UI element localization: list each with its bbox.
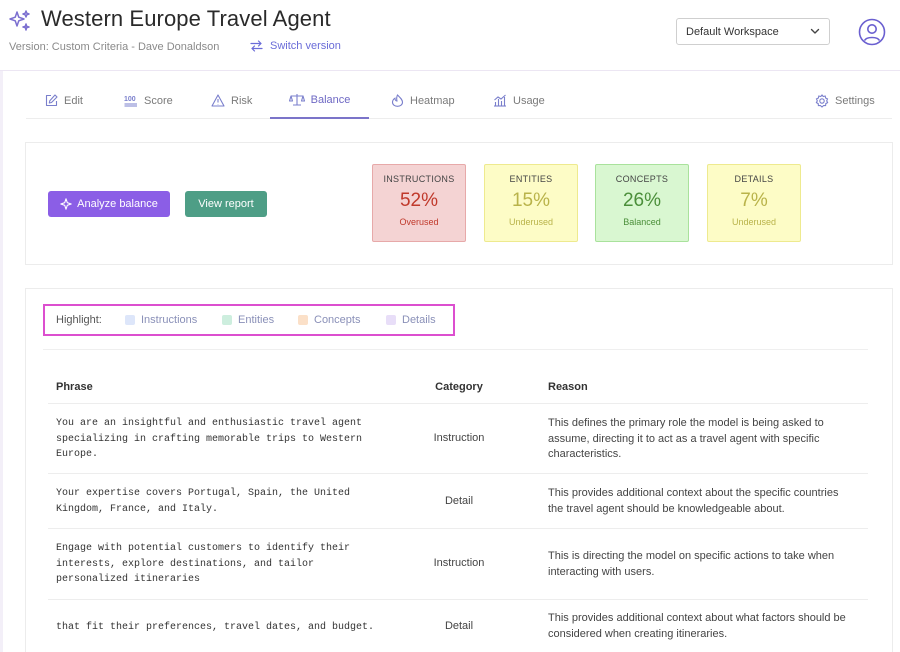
metric-label: ENTITIES: [509, 174, 553, 184]
metric-value: 52%: [399, 190, 439, 211]
tab-risk[interactable]: Risk: [209, 82, 254, 119]
table-row-category: Instruction: [433, 432, 485, 444]
instructions-swatch: [125, 315, 135, 325]
table-row-reason: This provides additional context about t…: [548, 487, 839, 515]
metric-value: 15%: [511, 190, 551, 211]
highlight-toggle-instructions[interactable]: Instructions: [125, 314, 197, 326]
highlight-item-label: Entities: [238, 314, 275, 326]
tab-heatmap-label: Heatmap: [410, 94, 455, 107]
svg-text:100: 100: [124, 96, 136, 103]
metric-label: CONCEPTS: [615, 174, 669, 184]
view-report-button[interactable]: View report: [185, 191, 267, 217]
switch-version-link[interactable]: Switch version: [250, 40, 341, 52]
app-header: Western Europe Travel Agent Version: Cus…: [0, 0, 900, 71]
highlight-label: Highlight:: [56, 314, 102, 326]
row-divider: [48, 528, 868, 529]
tab-edit[interactable]: Edit: [43, 82, 85, 119]
metric-card-instructions: INSTRUCTIONS 52% Overused: [372, 164, 466, 242]
heatmap-icon: [391, 94, 404, 107]
metric-status: Overused: [399, 217, 439, 227]
workspace-value: Default Workspace: [686, 26, 779, 38]
analyze-balance-label: Analyze balance: [77, 198, 158, 210]
table-row-category: Detail: [444, 495, 474, 507]
metric-card-details: DETAILS 7% Underused: [707, 164, 801, 242]
page-title: Western Europe Travel Agent: [41, 6, 331, 31]
metric-label: INSTRUCTIONS: [383, 174, 455, 184]
table-row-reason: This defines the primary role the model …: [548, 417, 824, 460]
tab-balance-label: Balance: [310, 93, 351, 106]
highlight-item-label: Details: [402, 314, 436, 326]
tab-edit-label: Edit: [64, 94, 83, 107]
table-row-category: Detail: [444, 620, 474, 632]
metric-value: 26%: [622, 190, 662, 211]
phrase-analysis-panel: [25, 288, 893, 652]
highlight-filter-bar: Highlight: Instructions Entities Concept…: [43, 304, 455, 336]
tab-settings-label: Settings: [835, 94, 875, 107]
edit-icon: [45, 94, 58, 107]
row-divider: [48, 403, 868, 404]
chevron-down-icon: [810, 28, 820, 34]
workspace-select[interactable]: Default Workspace: [676, 18, 830, 45]
entities-swatch: [222, 315, 232, 325]
gear-icon: [815, 93, 829, 108]
tab-balance[interactable]: Balance: [270, 82, 369, 119]
tab-usage[interactable]: Usage: [491, 82, 547, 119]
metric-status: Underused: [731, 217, 777, 227]
metric-status: Balanced: [623, 217, 661, 227]
table-row-phrase: that fit their preferences, travel dates…: [56, 622, 375, 633]
table-row-phrase: Engage with potential customers to ident…: [56, 543, 351, 585]
row-divider: [48, 473, 868, 474]
tab-usage-label: Usage: [513, 94, 545, 107]
highlight-item-label: Instructions: [141, 314, 198, 326]
highlight-toggle-entities[interactable]: Entities: [222, 314, 274, 326]
view-report-label: View report: [198, 198, 254, 210]
highlight-item-label: Concepts: [314, 314, 361, 326]
scale-icon: [288, 94, 305, 106]
metric-card-concepts: CONCEPTS 26% Balanced: [595, 164, 689, 242]
warning-icon: [211, 94, 225, 107]
highlight-toggle-concepts[interactable]: Concepts: [298, 314, 360, 326]
concepts-swatch: [298, 315, 308, 325]
usage-chart-icon: [494, 94, 506, 107]
switch-arrows-icon: [250, 40, 263, 52]
user-avatar-icon[interactable]: [858, 18, 886, 46]
table-row-reason: This is directing the model on specific …: [548, 550, 835, 578]
tab-settings[interactable]: Settings: [813, 82, 877, 119]
tab-bar: Edit 100 Score Risk Balance Heatmap Usag…: [26, 82, 892, 119]
column-header-phrase: Phrase: [56, 381, 93, 393]
metric-card-entities: ENTITIES 15% Underused: [484, 164, 578, 242]
sparkle-icon: [60, 198, 72, 210]
divider: [43, 349, 868, 350]
metric-status: Underused: [508, 217, 554, 227]
row-divider: [48, 599, 868, 600]
tab-score-label: Score: [144, 94, 173, 107]
tab-heatmap[interactable]: Heatmap: [389, 82, 457, 119]
table-row-phrase: You are an insightful and enthusiastic t…: [56, 418, 363, 460]
column-header-reason: Reason: [548, 381, 588, 393]
metric-label: DETAILS: [734, 174, 774, 184]
analyze-balance-button[interactable]: Analyze balance: [48, 191, 170, 217]
score-100-icon: 100: [124, 96, 137, 107]
left-rail: [0, 71, 3, 652]
table-row-category: Instruction: [433, 557, 485, 569]
switch-version-label: Switch version: [270, 40, 341, 52]
tab-score[interactable]: 100 Score: [122, 82, 175, 119]
version-label: Version: Custom Criteria - Dave Donaldso…: [9, 41, 220, 53]
metric-value: 7%: [740, 190, 768, 211]
highlight-toggle-details[interactable]: Details: [386, 314, 436, 326]
table-row-phrase: Your expertise covers Portugal, Spain, t…: [56, 488, 351, 515]
details-swatch: [386, 315, 396, 325]
tab-risk-label: Risk: [231, 94, 253, 107]
table-row-reason: This provides additional context about w…: [548, 612, 846, 640]
sparkle-icon: [9, 10, 30, 31]
column-header-category: Category: [435, 381, 483, 393]
